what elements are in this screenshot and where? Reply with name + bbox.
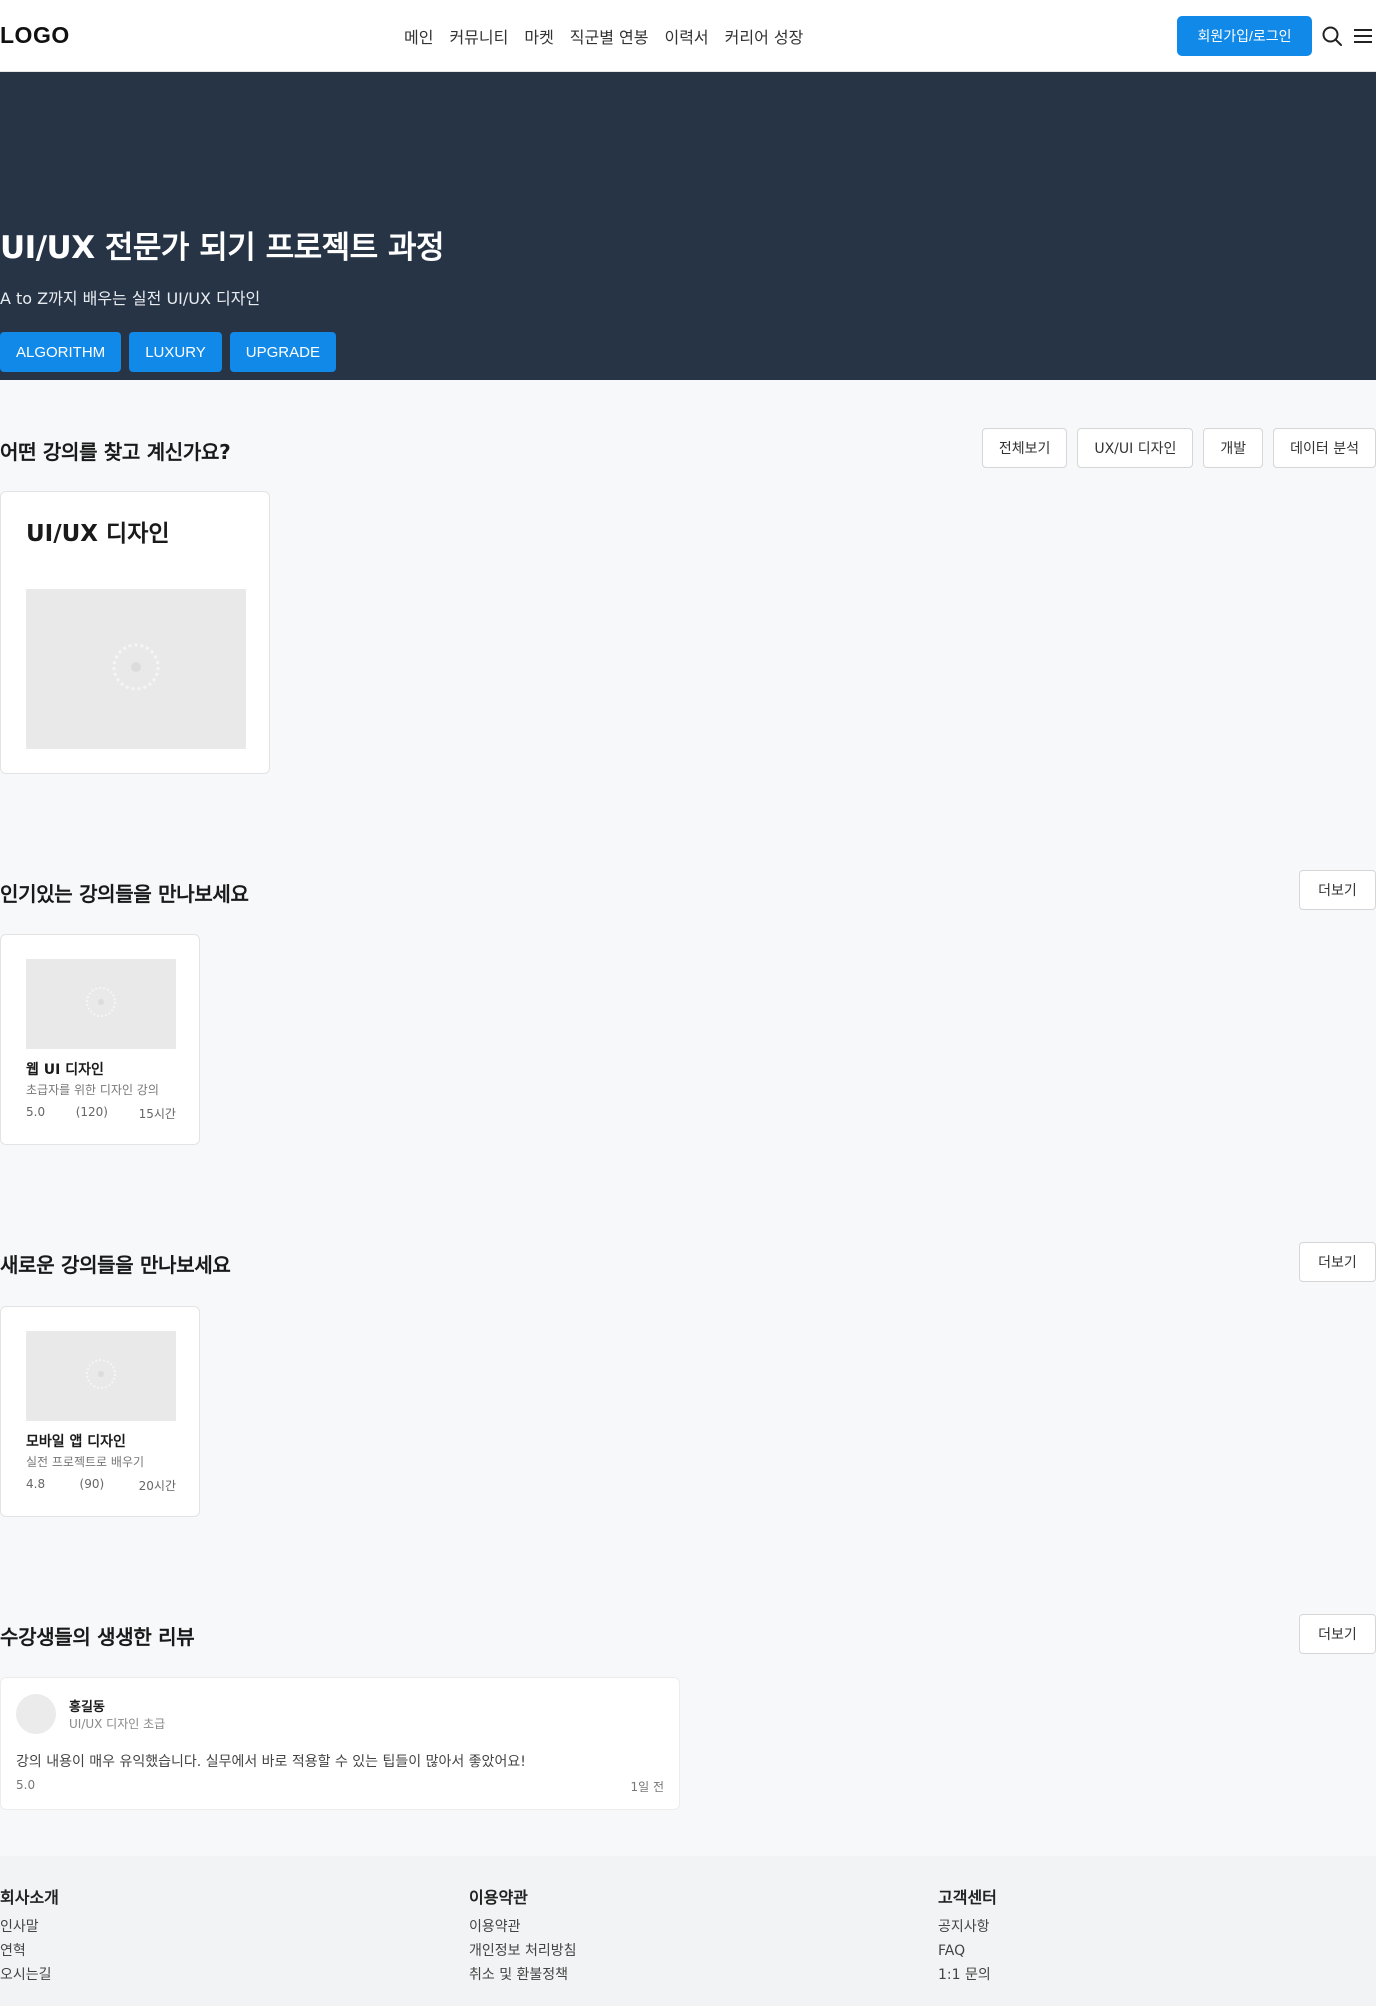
filter-data[interactable]: 데이터 분석 xyxy=(1273,428,1376,468)
categories-title: 어떤 강의를 찾고 계신가요? xyxy=(0,440,231,464)
hero-title: UI/UX 전문가 되기 프로젝트 과정 xyxy=(0,230,445,266)
nav-item-main[interactable]: 메인 xyxy=(404,24,433,48)
search-icon[interactable] xyxy=(1320,24,1344,48)
review-text: 강의 내용이 매우 유익했습니다. 실무에서 바로 적용할 수 있는 팁들이 많… xyxy=(16,1754,526,1770)
filter-dev[interactable]: 개발 xyxy=(1203,428,1264,468)
footer-link[interactable]: 이용약관 xyxy=(469,1918,577,1936)
image-placeholder-icon xyxy=(111,642,161,696)
course-rating: 5.0 xyxy=(26,1105,46,1119)
footer-link[interactable]: 1:1 문의 xyxy=(938,1966,997,1984)
course-title: 모바일 앱 디자인 xyxy=(26,1434,126,1450)
nav-item-career[interactable]: 커리어 성장 xyxy=(725,24,804,48)
nav-item-resume[interactable]: 이력서 xyxy=(664,24,708,48)
course-card-popular[interactable]: 웹 UI 디자인 초급자를 위한 디자인 강의 5.0 (120) 15시간 xyxy=(0,934,200,1145)
popular-more-button[interactable]: 더보기 xyxy=(1299,870,1376,910)
footer-col-support: 고객센터 공지사항 FAQ 1:1 문의 xyxy=(938,1884,997,1990)
course-meta: 4.8 (90) 20시간 xyxy=(26,1477,176,1494)
footer-link[interactable]: 연혁 xyxy=(0,1942,59,1960)
review-date: 1일 전 xyxy=(630,1780,664,1794)
footer-col-title: 회사소개 xyxy=(0,1888,59,1907)
course-image xyxy=(26,1331,176,1421)
menu-icon[interactable] xyxy=(1351,24,1375,48)
footer-link[interactable]: 개인정보 처리방침 xyxy=(469,1942,577,1960)
nav-item-market[interactable]: 마켓 xyxy=(524,24,553,48)
footer-col-title: 이용약관 xyxy=(469,1888,528,1907)
reviewer-course: UI/UX 디자인 초급 xyxy=(69,1717,166,1731)
course-description: 실전 프로젝트로 배우기 xyxy=(26,1455,145,1469)
footer-link[interactable]: FAQ xyxy=(938,1942,997,1960)
hero-tags: ALGORITHM LUXURY UPGRADE xyxy=(0,332,336,372)
popular-title: 인기있는 강의들을 만나보세요 xyxy=(0,882,249,906)
course-description: 초급자를 위한 디자인 강의 xyxy=(26,1083,159,1097)
course-title: 웹 UI 디자인 xyxy=(26,1062,104,1078)
course-review-count: (90) xyxy=(79,1477,105,1491)
reviews-more-button[interactable]: 더보기 xyxy=(1299,1614,1376,1654)
course-image xyxy=(26,959,176,1049)
nav-item-salary[interactable]: 직군별 연봉 xyxy=(570,24,649,48)
reviews-title: 수강생들의 생생한 리뷰 xyxy=(0,1625,195,1649)
course-review-count: (120) xyxy=(75,1105,108,1119)
footer-link[interactable]: 인사말 xyxy=(0,1918,59,1936)
tag-algorithm[interactable]: ALGORITHM xyxy=(0,332,122,372)
image-placeholder-icon xyxy=(85,986,117,1022)
main-nav: 메인 커뮤니티 마켓 직군별 연봉 이력서 커리어 성장 xyxy=(404,24,803,48)
hero-banner: UI/UX 전문가 되기 프로젝트 과정 A to Z까지 배우는 실전 UI/… xyxy=(0,72,1376,380)
review-card: 홍길동 UI/UX 디자인 초급 강의 내용이 매우 유익했습니다. 실무에서 … xyxy=(0,1677,680,1810)
footer-link[interactable]: 오시는길 xyxy=(0,1966,59,1984)
footer-link[interactable]: 공지사항 xyxy=(938,1918,997,1936)
course-rating: 4.8 xyxy=(26,1477,46,1491)
avatar xyxy=(16,1694,56,1734)
filter-all[interactable]: 전체보기 xyxy=(981,428,1068,468)
join-login-button[interactable]: 회원가입/로그인 xyxy=(1177,16,1312,56)
review-rating: 5.0 xyxy=(16,1778,36,1792)
category-card[interactable]: UI/UX 디자인 xyxy=(0,491,270,774)
course-card-new[interactable]: 모바일 앱 디자인 실전 프로젝트로 배우기 4.8 (90) 20시간 xyxy=(0,1306,200,1517)
footer-link[interactable]: 취소 및 환불정책 xyxy=(469,1966,577,1984)
footer-col-terms: 이용약관 이용약관 개인정보 처리방침 취소 및 환불정책 xyxy=(469,1884,577,1990)
course-hours: 15시간 xyxy=(138,1107,176,1121)
category-card-title: UI/UX 디자인 xyxy=(26,521,170,547)
reviewer-name: 홍길동 xyxy=(69,1700,105,1715)
nav-item-community[interactable]: 커뮤니티 xyxy=(449,24,508,48)
logo[interactable]: LOGO xyxy=(0,22,70,49)
course-meta: 5.0 (120) 15시간 xyxy=(26,1105,176,1122)
site-header: LOGO 메인 커뮤니티 마켓 직군별 연봉 이력서 커리어 성장 회원가입/로… xyxy=(0,0,1376,72)
category-image xyxy=(26,589,246,749)
category-filters: 전체보기 UX/UI 디자인 개발 데이터 분석 xyxy=(981,428,1376,468)
tag-luxury[interactable]: LUXURY xyxy=(129,332,222,372)
new-more-button[interactable]: 더보기 xyxy=(1299,1242,1376,1282)
hero-subtitle: A to Z까지 배우는 실전 UI/UX 디자인 xyxy=(0,289,261,308)
new-title: 새로운 강의들을 만나보세요 xyxy=(0,1253,231,1277)
site-footer: 회사소개 인사말 연혁 오시는길 이용약관 이용약관 개인정보 처리방침 취소 … xyxy=(0,1856,1376,2006)
tag-upgrade[interactable]: UPGRADE xyxy=(229,332,336,372)
course-hours: 20시간 xyxy=(138,1479,176,1493)
footer-col-company: 회사소개 인사말 연혁 오시는길 xyxy=(0,1884,59,1990)
filter-uxui[interactable]: UX/UI 디자인 xyxy=(1077,428,1194,468)
footer-col-title: 고객센터 xyxy=(938,1888,997,1907)
image-placeholder-icon xyxy=(85,1358,117,1394)
